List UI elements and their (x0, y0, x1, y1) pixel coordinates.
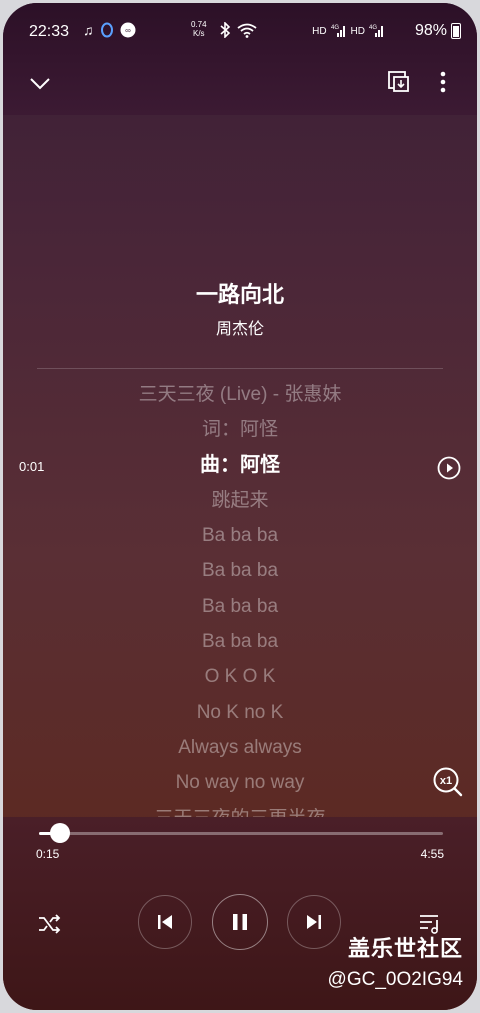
watermark-title: 盖乐世社区 (347, 936, 463, 961)
lyric-line[interactable]: O K O K (63, 659, 417, 694)
lyrics-divider (37, 368, 443, 369)
current-time: 0:15 (36, 847, 60, 861)
battery-indicator: 98% (415, 22, 461, 40)
watermark-handle: @GC_0O2IG94 (327, 969, 463, 990)
cast-button[interactable] (384, 67, 414, 97)
skip-previous-icon (158, 915, 172, 929)
seek-bar-thumb[interactable] (49, 823, 70, 843)
pause-icon (233, 914, 247, 930)
status-time: 22:33 (29, 23, 70, 40)
play-from-line-button[interactable] (436, 455, 462, 481)
lyric-line[interactable]: 曲：阿怪 (63, 448, 417, 483)
lyric-line[interactable]: 词：阿怪 (63, 412, 417, 447)
shuffle-icon (39, 914, 61, 934)
battery-percent: 98% (414, 22, 447, 39)
artist-name[interactable]: 周杰伦 (3, 315, 477, 339)
seek-bar[interactable] (39, 823, 443, 843)
lyric-timestamp: 0:01 (19, 459, 45, 474)
status-notification-icons: ♫ ∞ (83, 22, 136, 41)
lyric-line[interactable]: No way no way (63, 765, 417, 800)
play-circle-icon (437, 456, 461, 480)
lyric-line[interactable]: Always always (63, 730, 417, 765)
shuffle-button[interactable] (35, 909, 65, 939)
network-4g-label-1: 4G (331, 25, 339, 31)
net-speed-value: 0.74 (191, 20, 207, 29)
hd-label-1: HD (312, 26, 327, 37)
playback-speed-button[interactable]: x1 (431, 765, 465, 799)
signal-icon-2: 4G (369, 23, 385, 40)
network-4g-label-2: 4G (369, 25, 377, 31)
skip-next-icon (307, 915, 321, 929)
svg-text:∞: ∞ (125, 26, 131, 35)
lyrics-panel[interactable]: 三天三夜 (Live) - 张惠妹 词：阿怪 曲：阿怪 跳起来 Ba ba ba Ba b… (63, 377, 417, 819)
music-player-screen: 22:33 ♫ ∞ 0.74 K/s HD 4G HD 4G 98% 一路向北 … (3, 3, 477, 1010)
speed-zoom-icon: x1 (433, 767, 463, 797)
speed-label: x1 (440, 775, 452, 787)
play-pause-button[interactable] (212, 894, 268, 950)
net-speed-unit: K/s (193, 29, 205, 38)
battery-icon (451, 23, 461, 39)
total-duration: 4:55 (420, 847, 444, 861)
lyric-line[interactable]: Ba ba ba (63, 518, 417, 553)
next-button[interactable] (287, 895, 341, 949)
more-options-button[interactable] (431, 67, 455, 97)
chevron-down-icon (30, 78, 50, 90)
song-title: 一路向北 (195, 282, 284, 307)
more-vert-icon (440, 71, 446, 93)
net-speed: 0.74 K/s (191, 20, 207, 38)
hd-label-2: HD (350, 26, 365, 37)
lyric-line[interactable]: Ba ba ba (63, 589, 417, 624)
bluetooth-icon (219, 21, 231, 42)
signal-indicators: HD 4G HD 4G (312, 23, 385, 40)
previous-button[interactable] (138, 895, 192, 949)
music-note-icon: ♫ (83, 22, 94, 38)
cast-icon (388, 71, 409, 92)
app-badge-icon: ∞ (120, 22, 136, 41)
lyric-line[interactable]: 三天三夜 (Live) - 张惠妹 (63, 377, 417, 412)
lyric-line[interactable]: 跳起来 (63, 483, 417, 518)
lyric-line[interactable]: Ba ba ba (63, 624, 417, 659)
status-bar: 22:33 ♫ ∞ 0.74 K/s HD 4G HD 4G 98% (3, 17, 477, 47)
lyric-line[interactable]: No K no K (63, 695, 417, 730)
signal-icon-1: 4G (331, 23, 347, 40)
lyric-line[interactable]: Ba ba ba (63, 553, 417, 588)
assistant-icon (100, 22, 114, 41)
wifi-icon (237, 23, 257, 42)
collapse-button[interactable] (25, 69, 55, 99)
